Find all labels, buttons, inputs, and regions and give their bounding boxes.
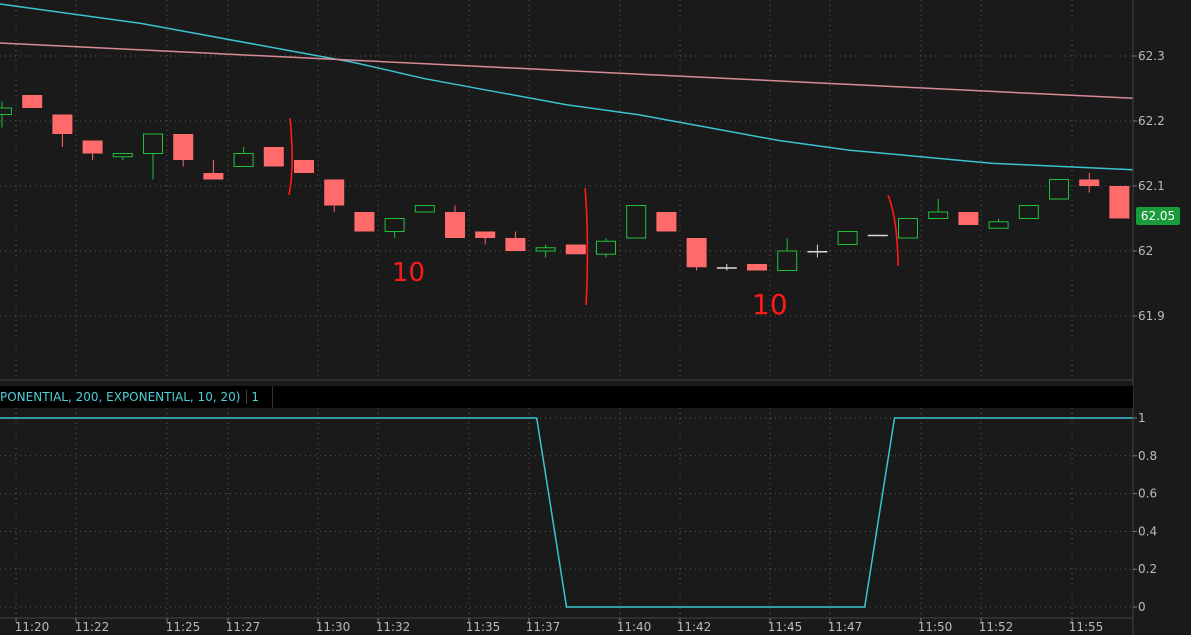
candle-body-20 bbox=[596, 240, 616, 255]
x-tick-label: 11:27 bbox=[226, 620, 261, 634]
candle-body-28 bbox=[837, 231, 858, 245]
candle-body-23 bbox=[686, 238, 707, 268]
chart-background bbox=[0, 0, 1191, 635]
price-tick-label: 61.9 bbox=[1138, 309, 1165, 323]
last-price-badge: 62.05 bbox=[1136, 207, 1180, 225]
x-tick-label: 11:45 bbox=[768, 620, 803, 634]
candle-body-36 bbox=[1079, 179, 1100, 186]
x-tick-label: 11:30 bbox=[316, 620, 351, 634]
candle-body-14 bbox=[414, 205, 435, 213]
candle-body-32 bbox=[958, 212, 979, 225]
x-tick-label: 11:40 bbox=[617, 620, 652, 634]
candle-body-35 bbox=[1049, 179, 1069, 200]
candle-body-34 bbox=[1018, 205, 1039, 219]
candle-body-2 bbox=[52, 114, 73, 134]
candle-body-25 bbox=[747, 264, 767, 271]
study-header[interactable]: PONENTIAL, 200, EXPONENTIAL, 10, 20) 1 bbox=[0, 386, 273, 408]
x-tick-label: 11:22 bbox=[75, 620, 110, 634]
x-tick-label: 11:50 bbox=[918, 620, 953, 634]
candle-body-33 bbox=[988, 221, 1009, 229]
x-tick-label: 11:42 bbox=[677, 620, 712, 634]
candle-body-3 bbox=[82, 140, 103, 154]
candle-body-18 bbox=[535, 247, 556, 252]
candle-body-17 bbox=[505, 238, 526, 251]
candle-body-21 bbox=[626, 205, 647, 239]
study-tick-label: 0.6 bbox=[1138, 487, 1157, 501]
candle-body-30 bbox=[898, 218, 918, 239]
candle-body-13 bbox=[384, 218, 405, 232]
candle-body-8 bbox=[233, 153, 254, 167]
x-tick-label: 11:35 bbox=[466, 620, 501, 634]
study-tick-label: 0.8 bbox=[1138, 449, 1157, 463]
study-tick-label: 0.4 bbox=[1138, 524, 1157, 538]
price-tick-label: 62.1 bbox=[1138, 179, 1165, 193]
annotation-text: 10 bbox=[752, 288, 788, 321]
price-tick-label: 62.3 bbox=[1138, 49, 1165, 63]
candle-body-10 bbox=[294, 160, 314, 173]
x-tick-label: 11:52 bbox=[979, 620, 1014, 634]
x-tick-label: 11:37 bbox=[526, 620, 561, 634]
candle-body-24 bbox=[716, 267, 737, 269]
candle-body-16 bbox=[475, 231, 496, 238]
x-tick-label: 11:47 bbox=[828, 620, 863, 634]
candle-body-4 bbox=[112, 153, 133, 158]
price-tick-label: 62.2 bbox=[1138, 114, 1165, 128]
candle-body-12 bbox=[354, 212, 375, 232]
candle-body-27 bbox=[807, 251, 828, 253]
study-tick-label: 0 bbox=[1138, 600, 1146, 614]
candle-body-0 bbox=[0, 107, 12, 115]
candle-body-37 bbox=[1109, 186, 1130, 219]
x-tick-label: 11:20 bbox=[15, 620, 50, 634]
candle-body-11 bbox=[324, 179, 345, 206]
candle-body-1 bbox=[22, 95, 43, 108]
candle-body-22 bbox=[656, 212, 677, 232]
candle-body-15 bbox=[445, 212, 465, 238]
candle-body-5 bbox=[143, 133, 163, 154]
price-tick-label: 62 bbox=[1138, 244, 1153, 258]
candle-body-6 bbox=[173, 134, 194, 160]
study-tick-label: 0.2 bbox=[1138, 562, 1157, 576]
candle-body-26 bbox=[777, 250, 798, 271]
chart[interactable]: 10 10 61.9 62 62.1 62.2 62.3 0 0.2 0.4 0.6 0.8 1 11:… bbox=[0, 0, 1191, 635]
study-label: PONENTIAL, 200, EXPONENTIAL, 10, 20) bbox=[0, 390, 241, 404]
candle-body-7 bbox=[203, 173, 224, 180]
annotation-text: 10 bbox=[392, 258, 425, 288]
candle-body-29 bbox=[867, 234, 888, 237]
candle-body-31 bbox=[928, 211, 949, 219]
candle-body-9 bbox=[263, 147, 284, 167]
x-tick-label: 11:55 bbox=[1069, 620, 1104, 634]
x-tick-label: 11:32 bbox=[376, 620, 411, 634]
study-tick-label: 1 bbox=[1138, 411, 1146, 425]
candle-body-19 bbox=[565, 244, 586, 255]
x-tick-label: 11:25 bbox=[166, 620, 201, 634]
study-value: 1 bbox=[246, 390, 259, 404]
